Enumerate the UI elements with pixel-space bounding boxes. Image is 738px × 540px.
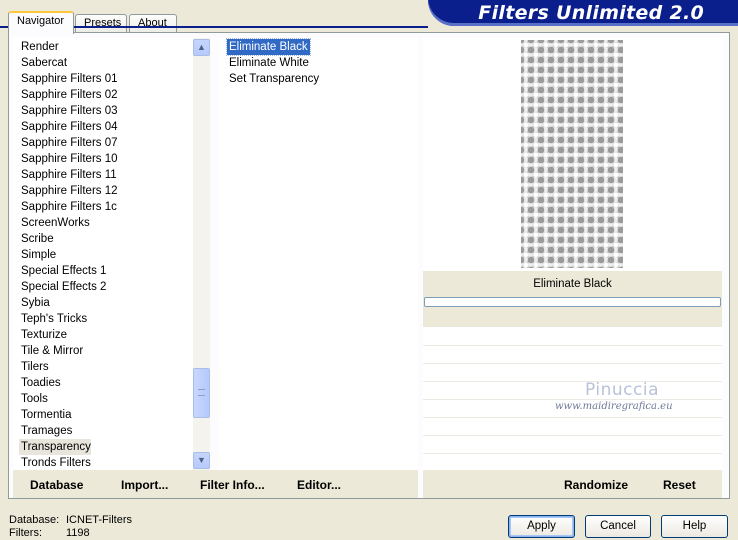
category-item[interactable]: Texturize	[21, 327, 69, 343]
filter-item[interactable]: Eliminate White	[227, 55, 311, 71]
navigator-toolbar: Database Import... Filter Info... Editor…	[13, 470, 418, 498]
title-banner: Filters Unlimited 2.0	[428, 0, 738, 26]
category-item[interactable]: Special Effects 1	[21, 263, 108, 279]
grip-icon	[198, 389, 205, 396]
parameter-slot	[423, 453, 722, 454]
filter-item[interactable]: Set Transparency	[227, 71, 321, 87]
preview-caption: Eliminate Black	[533, 278, 612, 290]
scroll-down-button[interactable]: ▼	[193, 452, 210, 469]
preview-toolbar: Randomize Reset	[423, 470, 722, 498]
parameter-slot	[423, 381, 722, 382]
category-scrollbar[interactable]: ▲ ▼	[193, 38, 210, 470]
category-item[interactable]: Sapphire Filters 11	[21, 167, 119, 183]
watermark-name: Pinuccia	[585, 380, 659, 400]
reset-button[interactable]: Reset	[663, 478, 696, 492]
category-item[interactable]: Sapphire Filters 04	[21, 119, 120, 135]
category-item[interactable]: Tormentia	[21, 407, 74, 423]
scroll-up-button[interactable]: ▲	[193, 39, 210, 56]
cancel-button[interactable]: Cancel	[585, 515, 651, 538]
parameter-area	[423, 327, 722, 472]
status-filters: Filters: 1198	[9, 527, 90, 539]
progress-bar	[424, 297, 721, 307]
import-button[interactable]: Import...	[121, 478, 168, 492]
category-item[interactable]: Sapphire Filters 1c	[21, 199, 119, 215]
category-item[interactable]: Scribe	[21, 231, 56, 247]
category-item[interactable]: Sabercat	[21, 55, 69, 71]
category-item[interactable]: Sybia	[21, 295, 52, 311]
parameter-slot	[423, 417, 722, 418]
category-item[interactable]: Sapphire Filters 03	[21, 103, 120, 119]
category-item[interactable]: Sapphire Filters 02	[21, 87, 120, 103]
category-item[interactable]: Tronds Filters	[21, 455, 93, 470]
filters-label: Filters:	[9, 527, 42, 539]
preview-image	[521, 40, 623, 268]
filter-item[interactable]: Eliminate Black	[226, 38, 311, 56]
watermark-url: www.maidiregrafica.eu	[555, 401, 673, 412]
category-item[interactable]: Sapphire Filters 12	[21, 183, 120, 199]
preview-caption-bar: Eliminate Black	[423, 271, 722, 327]
parameter-slot	[423, 435, 722, 436]
database-value: ICNET-Filters	[66, 514, 132, 526]
scroll-thumb[interactable]	[193, 368, 210, 418]
parameter-slot	[423, 399, 722, 400]
category-item[interactable]: Sapphire Filters 01	[21, 71, 120, 87]
parameter-slot	[423, 345, 722, 346]
category-item[interactable]: Tilers	[21, 359, 51, 375]
tab-presets[interactable]: Presets	[75, 14, 127, 33]
tab-navigator[interactable]: Navigator	[8, 11, 74, 34]
category-item[interactable]: Teph's Tricks	[21, 311, 89, 327]
category-item[interactable]: Tile & Mirror	[21, 343, 85, 359]
category-list[interactable]: Render Sabercat Sapphire Filters 01 Sapphir…	[13, 38, 193, 470]
app-title: Filters Unlimited 2.0	[478, 2, 704, 24]
preview-area	[423, 38, 722, 271]
tab-about[interactable]: About	[129, 14, 177, 33]
randomize-button[interactable]: Randomize	[564, 478, 628, 492]
category-item[interactable]: Sapphire Filters 07	[21, 135, 120, 151]
category-item[interactable]: Tramages	[21, 423, 74, 439]
chevron-up-icon: ▲	[197, 42, 206, 52]
status-database: Database: ICNET-Filters	[9, 514, 132, 526]
help-button[interactable]: Help	[661, 515, 728, 538]
parameter-slot	[423, 363, 722, 364]
category-item[interactable]: Toadies	[21, 375, 63, 391]
database-button[interactable]: Database	[30, 478, 83, 492]
category-item[interactable]: ScreenWorks	[21, 215, 92, 231]
filters-count: 1198	[66, 527, 90, 539]
editor-button[interactable]: Editor...	[297, 478, 341, 492]
category-item[interactable]: Tools	[21, 391, 50, 407]
chevron-down-icon: ▼	[197, 455, 206, 465]
filter-info-button[interactable]: Filter Info...	[200, 478, 265, 492]
category-item[interactable]: Transparency	[19, 439, 91, 455]
category-item[interactable]: Simple	[21, 247, 58, 263]
database-label: Database:	[9, 514, 60, 526]
filter-list[interactable]: Eliminate Black Eliminate White Set Transp…	[218, 38, 418, 470]
category-item[interactable]: Sapphire Filters 10	[21, 151, 120, 167]
category-item[interactable]: Render	[21, 39, 61, 55]
category-item[interactable]: Special Effects 2	[21, 279, 108, 295]
apply-button[interactable]: Apply	[508, 515, 575, 538]
